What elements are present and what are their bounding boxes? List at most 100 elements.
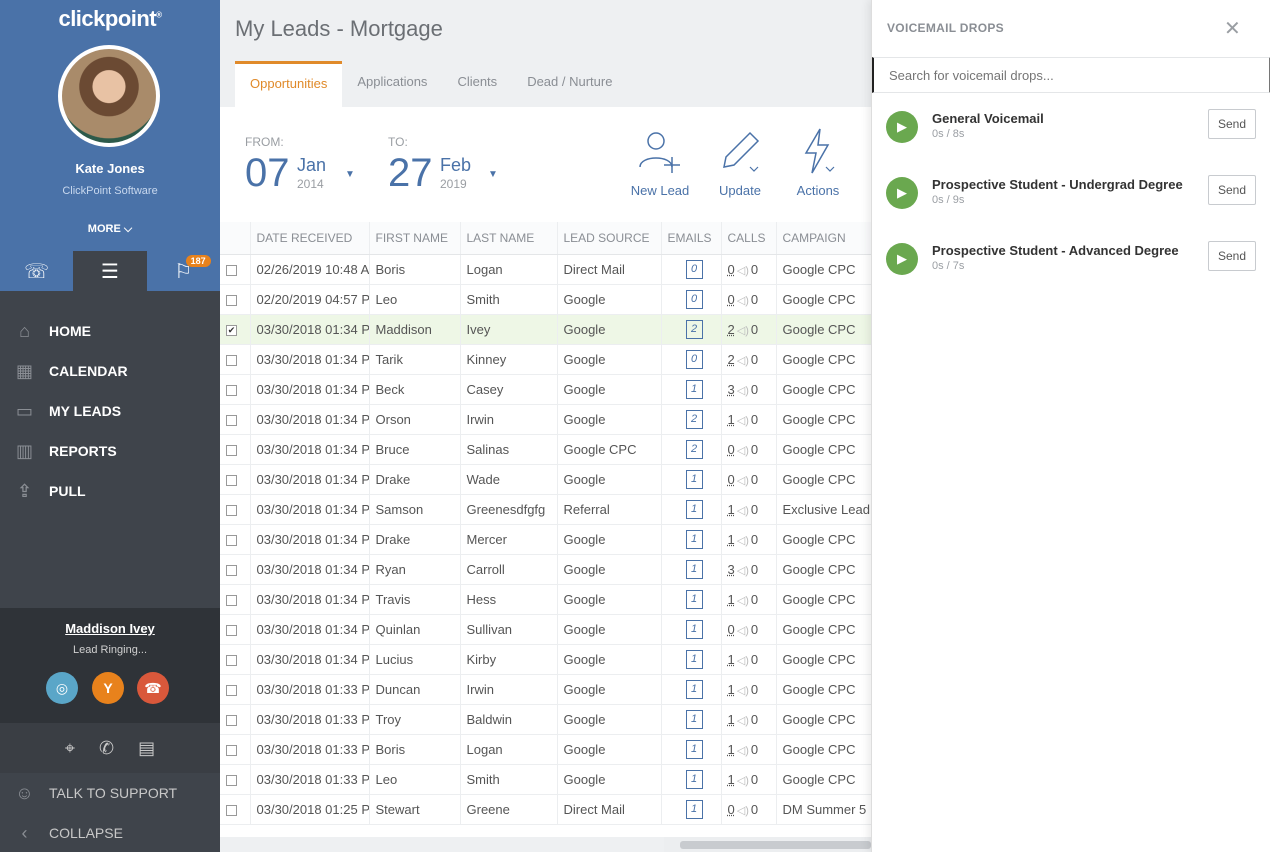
table-row[interactable]: 03/30/2018 01:34 P Drake Wade Google 1 0 ◁) 0 Go…: [220, 464, 871, 494]
flag-tab[interactable]: ⚐ 187: [147, 251, 220, 291]
nav-my-leads[interactable]: ▭ MY LEADS: [0, 391, 220, 431]
tab-clients[interactable]: Clients: [442, 61, 512, 107]
table-row[interactable]: 03/30/2018 01:34 P Bruce Salinas Google CPC…: [220, 434, 871, 464]
email-count-badge[interactable]: 1: [686, 530, 703, 549]
email-count-badge[interactable]: 1: [686, 620, 703, 639]
row-checkbox[interactable]: [226, 505, 237, 516]
table-row[interactable]: 03/30/2018 01:34 P Drake Mercer Google 1 1 ◁) 0…: [220, 524, 871, 554]
email-count-badge[interactable]: 1: [686, 800, 703, 819]
column-lead-source[interactable]: LEAD SOURCE: [557, 222, 661, 254]
table-row[interactable]: 03/30/2018 01:25 P Stewart Greene Direct Ma…: [220, 794, 871, 824]
email-count-badge[interactable]: 1: [686, 500, 703, 519]
table-row[interactable]: 03/30/2018 01:34 P Beck Casey Google 1 3 ◁) 0 Go…: [220, 374, 871, 404]
location-pin-icon[interactable]: ⌖: [65, 738, 75, 759]
table-row[interactable]: 03/30/2018 01:33 P Duncan Irwin Google 1 1 ◁) 0…: [220, 674, 871, 704]
transfer-button[interactable]: Y: [92, 672, 124, 704]
email-count-badge[interactable]: 1: [686, 710, 703, 729]
column-campaign[interactable]: CAMPAIGN: [776, 222, 871, 254]
email-count-badge[interactable]: 2: [686, 410, 703, 429]
email-count-badge[interactable]: 0: [686, 290, 703, 309]
new-lead-button[interactable]: New Lead: [625, 127, 695, 198]
email-count-badge[interactable]: 1: [686, 680, 703, 699]
table-row[interactable]: 03/30/2018 01:34 P Quinlan Sullivan Google 1…: [220, 614, 871, 644]
email-count-badge[interactable]: 1: [686, 560, 703, 579]
call-count-link[interactable]: 1: [728, 592, 735, 607]
call-count-link[interactable]: 0: [728, 622, 735, 637]
nav-home[interactable]: ⌂ HOME: [0, 311, 220, 351]
to-date-picker[interactable]: TO: 27 Feb 2019 ▼: [388, 135, 408, 149]
table-row[interactable]: 03/30/2018 01:34 P Orson Irwin Google 2 1 ◁) 0 G…: [220, 404, 871, 434]
send-button[interactable]: Send: [1208, 109, 1256, 139]
from-date-picker[interactable]: FROM: 07 Jan 2014 ▼: [245, 135, 284, 149]
row-checkbox[interactable]: [226, 745, 237, 756]
avatar[interactable]: [58, 45, 160, 147]
column-last-name[interactable]: LAST NAME: [460, 222, 557, 254]
email-count-badge[interactable]: 0: [686, 350, 703, 369]
call-count-link[interactable]: 0: [728, 472, 735, 487]
nav-pull[interactable]: ⇪ PULL: [0, 471, 220, 511]
row-checkbox[interactable]: [226, 775, 237, 786]
chat-icon[interactable]: ▤: [138, 738, 155, 759]
email-count-badge[interactable]: 1: [686, 470, 703, 489]
table-row[interactable]: 02/26/2019 10:48 A Boris Logan Direct Mail 0…: [220, 254, 871, 284]
row-checkbox[interactable]: [226, 625, 237, 636]
row-checkbox[interactable]: [226, 445, 237, 456]
actions-button[interactable]: Actions: [783, 127, 853, 198]
row-checkbox[interactable]: [226, 415, 237, 426]
column-calls[interactable]: CALLS: [721, 222, 776, 254]
email-count-badge[interactable]: 1: [686, 590, 703, 609]
talk-to-support-button[interactable]: ☺ TALK TO SUPPORT: [0, 773, 220, 813]
call-count-link[interactable]: 3: [728, 562, 735, 577]
table-row[interactable]: ✔ 03/30/2018 01:34 P Maddison Ivey Google 2 2 ◁…: [220, 314, 871, 344]
table-row[interactable]: 03/30/2018 01:34 P Samson Greenesdfgfg Refe…: [220, 494, 871, 524]
phone-tab[interactable]: ☏: [0, 251, 73, 291]
call-back-icon[interactable]: ✆: [99, 738, 114, 759]
tab-opportunities[interactable]: Opportunities: [235, 61, 342, 107]
row-checkbox[interactable]: [226, 805, 237, 816]
call-count-link[interactable]: 0: [728, 262, 735, 277]
call-count-link[interactable]: 1: [728, 682, 735, 697]
table-row[interactable]: 03/30/2018 01:34 P Tarik Kinney Google 0 2 ◁) 0…: [220, 344, 871, 374]
call-count-link[interactable]: 1: [728, 412, 735, 427]
column-date-received[interactable]: DATE RECEIVED: [250, 222, 369, 254]
row-checkbox[interactable]: [226, 295, 237, 306]
row-checkbox[interactable]: ✔: [226, 325, 237, 336]
send-button[interactable]: Send: [1208, 241, 1256, 271]
email-count-badge[interactable]: 2: [686, 440, 703, 459]
nav-calendar[interactable]: ▦ CALENDAR: [0, 351, 220, 391]
call-count-link[interactable]: 0: [728, 442, 735, 457]
call-count-link[interactable]: 2: [728, 322, 735, 337]
more-button[interactable]: MORE ⌵: [0, 223, 220, 236]
table-row[interactable]: 03/30/2018 01:34 P Travis Hess Google 1 1 ◁) 0 G…: [220, 584, 871, 614]
email-count-badge[interactable]: 1: [686, 650, 703, 669]
row-checkbox[interactable]: [226, 355, 237, 366]
table-row[interactable]: 03/30/2018 01:34 P Ryan Carroll Google 1 3 ◁) 0…: [220, 554, 871, 584]
menu-tab[interactable]: ☰: [73, 251, 146, 291]
collapse-button[interactable]: ‹ COLLAPSE: [0, 813, 220, 852]
clickpoint-logo[interactable]: clickpoint®: [0, 6, 220, 32]
row-checkbox[interactable]: [226, 385, 237, 396]
row-checkbox[interactable]: [226, 685, 237, 696]
table-row[interactable]: 03/30/2018 01:33 P Boris Logan Google 1 1 ◁) 0 G…: [220, 734, 871, 764]
email-count-badge[interactable]: 1: [686, 770, 703, 789]
call-count-link[interactable]: 1: [728, 712, 735, 727]
table-row[interactable]: 03/30/2018 01:34 P Lucius Kirby Google 1 1 ◁) 0…: [220, 644, 871, 674]
row-checkbox[interactable]: [226, 475, 237, 486]
close-icon[interactable]: ✕: [1224, 16, 1241, 41]
email-count-badge[interactable]: 1: [686, 740, 703, 759]
horizontal-scrollbar[interactable]: [664, 837, 871, 852]
voicemail-search-input[interactable]: [872, 57, 1270, 93]
play-icon[interactable]: ▶: [886, 243, 918, 275]
play-icon[interactable]: ▶: [886, 177, 918, 209]
column-emails[interactable]: EMAILS: [661, 222, 721, 254]
email-count-badge[interactable]: 2: [686, 320, 703, 339]
row-checkbox[interactable]: [226, 595, 237, 606]
table-row[interactable]: 03/30/2018 01:33 P Leo Smith Google 1 1 ◁) 0 Goo…: [220, 764, 871, 794]
play-icon[interactable]: ▶: [886, 111, 918, 143]
call-count-link[interactable]: 0: [728, 292, 735, 307]
row-checkbox[interactable]: [226, 715, 237, 726]
call-count-link[interactable]: 1: [728, 532, 735, 547]
tab-applications[interactable]: Applications: [342, 61, 442, 107]
nav-reports[interactable]: ▥ REPORTS: [0, 431, 220, 471]
update-button[interactable]: Update: [705, 127, 775, 198]
